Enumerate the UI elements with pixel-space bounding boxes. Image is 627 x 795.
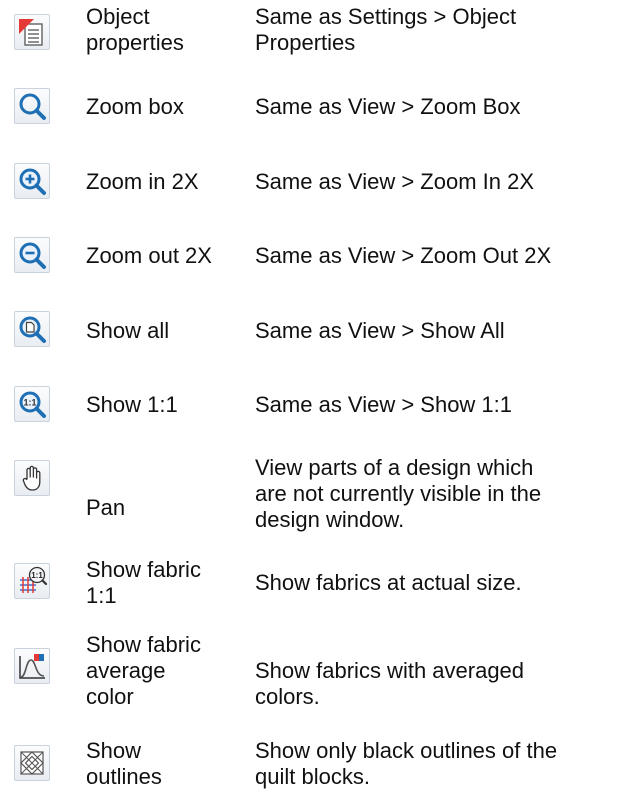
row-name: Show 1:1 [86, 392, 178, 417]
row-description: Same as View > Show 1:1 [255, 392, 513, 417]
toolbar-reference-page: { "rows": [ {"icon": "object-properties-… [0, 0, 627, 795]
show-fabric-1-1-icon[interactable]: 1:1 [14, 563, 50, 599]
row-description: Same as View > Zoom Out 2X [255, 243, 552, 268]
row-name: Object properties [86, 4, 184, 55]
zoom-in-icon[interactable] [14, 163, 50, 199]
svg-text:1:1: 1:1 [23, 398, 36, 408]
row-description: Same as Settings > Object Properties [255, 4, 517, 55]
row-name: Show fabric 1:1 [86, 557, 201, 608]
row-description: View parts of a design which are not cur… [255, 455, 542, 532]
row-description: Same as View > Zoom Box [255, 94, 521, 119]
svg-text:1:1: 1:1 [31, 571, 43, 580]
row-name: Show all [86, 318, 170, 343]
row-description: Show only black outlines of the quilt bl… [255, 738, 558, 789]
row-name: Zoom box [86, 94, 184, 119]
row-name: Pan [86, 495, 126, 520]
zoom-out-icon[interactable] [14, 237, 50, 273]
show-1-1-icon[interactable]: 1:1 [14, 386, 50, 422]
row-description: Same as View > Show All [255, 318, 505, 343]
row-name: Zoom out 2X [86, 243, 212, 268]
show-fabric-average-color-icon[interactable] [14, 648, 50, 684]
object-properties-icon[interactable] [14, 14, 50, 50]
row-name: Zoom in 2X [86, 169, 199, 194]
row-description: Show fabrics at actual size. [255, 570, 522, 595]
show-all-icon[interactable] [14, 311, 50, 347]
zoom-box-icon[interactable] [14, 88, 50, 124]
pan-hand-icon[interactable] [14, 460, 50, 496]
row-name: Show outlines [86, 738, 162, 789]
row-description: Same as View > Zoom In 2X [255, 169, 535, 194]
show-outlines-icon[interactable] [14, 745, 50, 781]
row-name: Show fabric average color [86, 632, 201, 709]
row-description: Show fabrics with averaged colors. [255, 658, 525, 709]
